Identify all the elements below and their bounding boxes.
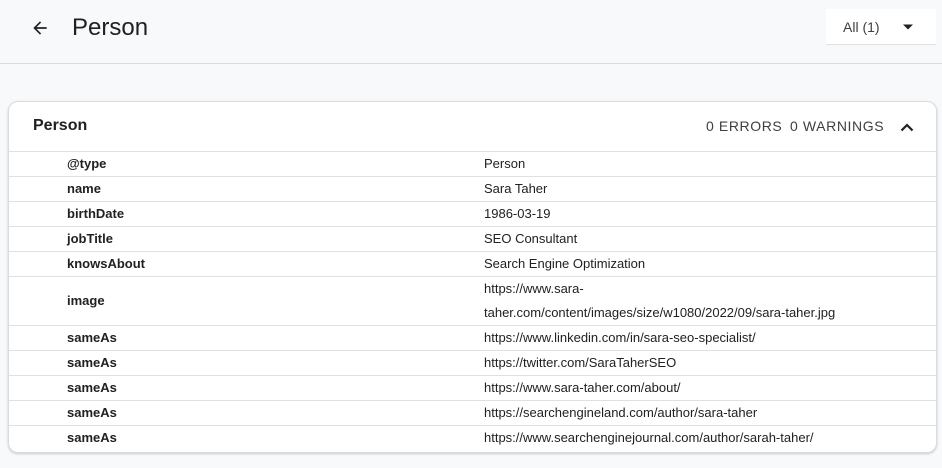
property-value: https://www.searchenginejournal.com/auth… <box>484 430 814 445</box>
errors-count: 0 ERRORS <box>706 118 783 134</box>
property-row: @type Person <box>9 152 936 177</box>
property-key: image <box>67 293 105 308</box>
property-value-line: https://www.sara- <box>484 281 584 296</box>
property-row: sameAs https://twitter.com/SaraTaherSEO <box>9 351 936 376</box>
property-row: name Sara Taher <box>9 177 936 202</box>
caret-down-icon <box>903 24 913 30</box>
property-value: Sara Taher <box>484 181 548 196</box>
property-key: jobTitle <box>67 231 113 246</box>
property-key: sameAs <box>67 430 117 445</box>
result-card: Person 0 ERRORS 0 WARNINGS @type Person … <box>8 101 937 453</box>
property-key: @type <box>67 156 107 171</box>
property-value: https://twitter.com/SaraTaherSEO <box>484 355 677 370</box>
property-key: sameAs <box>67 405 117 420</box>
page-title: Person <box>72 14 149 41</box>
property-value: https://www.linkedin.com/in/sara-seo-spe… <box>484 330 756 345</box>
property-row: knowsAbout Search Engine Optimization <box>9 252 936 277</box>
filter-dropdown[interactable]: All (1) <box>826 9 936 45</box>
property-value: 1986-03-19 <box>484 206 551 221</box>
collapse-button[interactable] <box>896 116 918 138</box>
property-key: knowsAbout <box>67 256 145 271</box>
property-row: sameAs https://www.searchenginejournal.c… <box>9 426 936 450</box>
property-row: image https://www.sara- taher.com/conten… <box>9 277 936 326</box>
card-title: Person <box>33 117 88 134</box>
property-key: sameAs <box>67 330 117 345</box>
property-key: birthDate <box>67 206 125 221</box>
property-row: sameAs https://www.linkedin.com/in/sara-… <box>9 326 936 351</box>
property-value: SEO Consultant <box>484 231 578 246</box>
property-row: birthDate 1986-03-19 <box>9 202 936 227</box>
property-value: Search Engine Optimization <box>484 256 646 271</box>
back-button[interactable] <box>24 12 56 44</box>
property-value: Person <box>484 156 526 171</box>
property-value: https://www.sara- taher.com/content/imag… <box>484 277 904 325</box>
property-value: https://www.sara-taher.com/about/ <box>484 380 681 395</box>
property-row: sameAs https://searchengineland.com/auth… <box>9 401 936 426</box>
property-key: sameAs <box>67 355 117 370</box>
filter-selected-value: All (1) <box>843 18 880 35</box>
warnings-count: 0 WARNINGS <box>790 118 885 134</box>
property-key: name <box>67 181 101 196</box>
chevron-up-icon <box>900 123 914 132</box>
property-row: jobTitle SEO Consultant <box>9 227 936 252</box>
card-header[interactable]: Person 0 ERRORS 0 WARNINGS <box>9 102 936 152</box>
top-bar: Person All (1) <box>0 0 942 64</box>
property-row: sameAs https://www.sara-taher.com/about/ <box>9 376 936 401</box>
property-value-line: taher.com/content/images/size/w1080/2022… <box>484 305 836 320</box>
property-key: sameAs <box>67 380 117 395</box>
property-value: https://searchengineland.com/author/sara… <box>484 405 758 420</box>
arrow-back-icon <box>33 21 47 35</box>
